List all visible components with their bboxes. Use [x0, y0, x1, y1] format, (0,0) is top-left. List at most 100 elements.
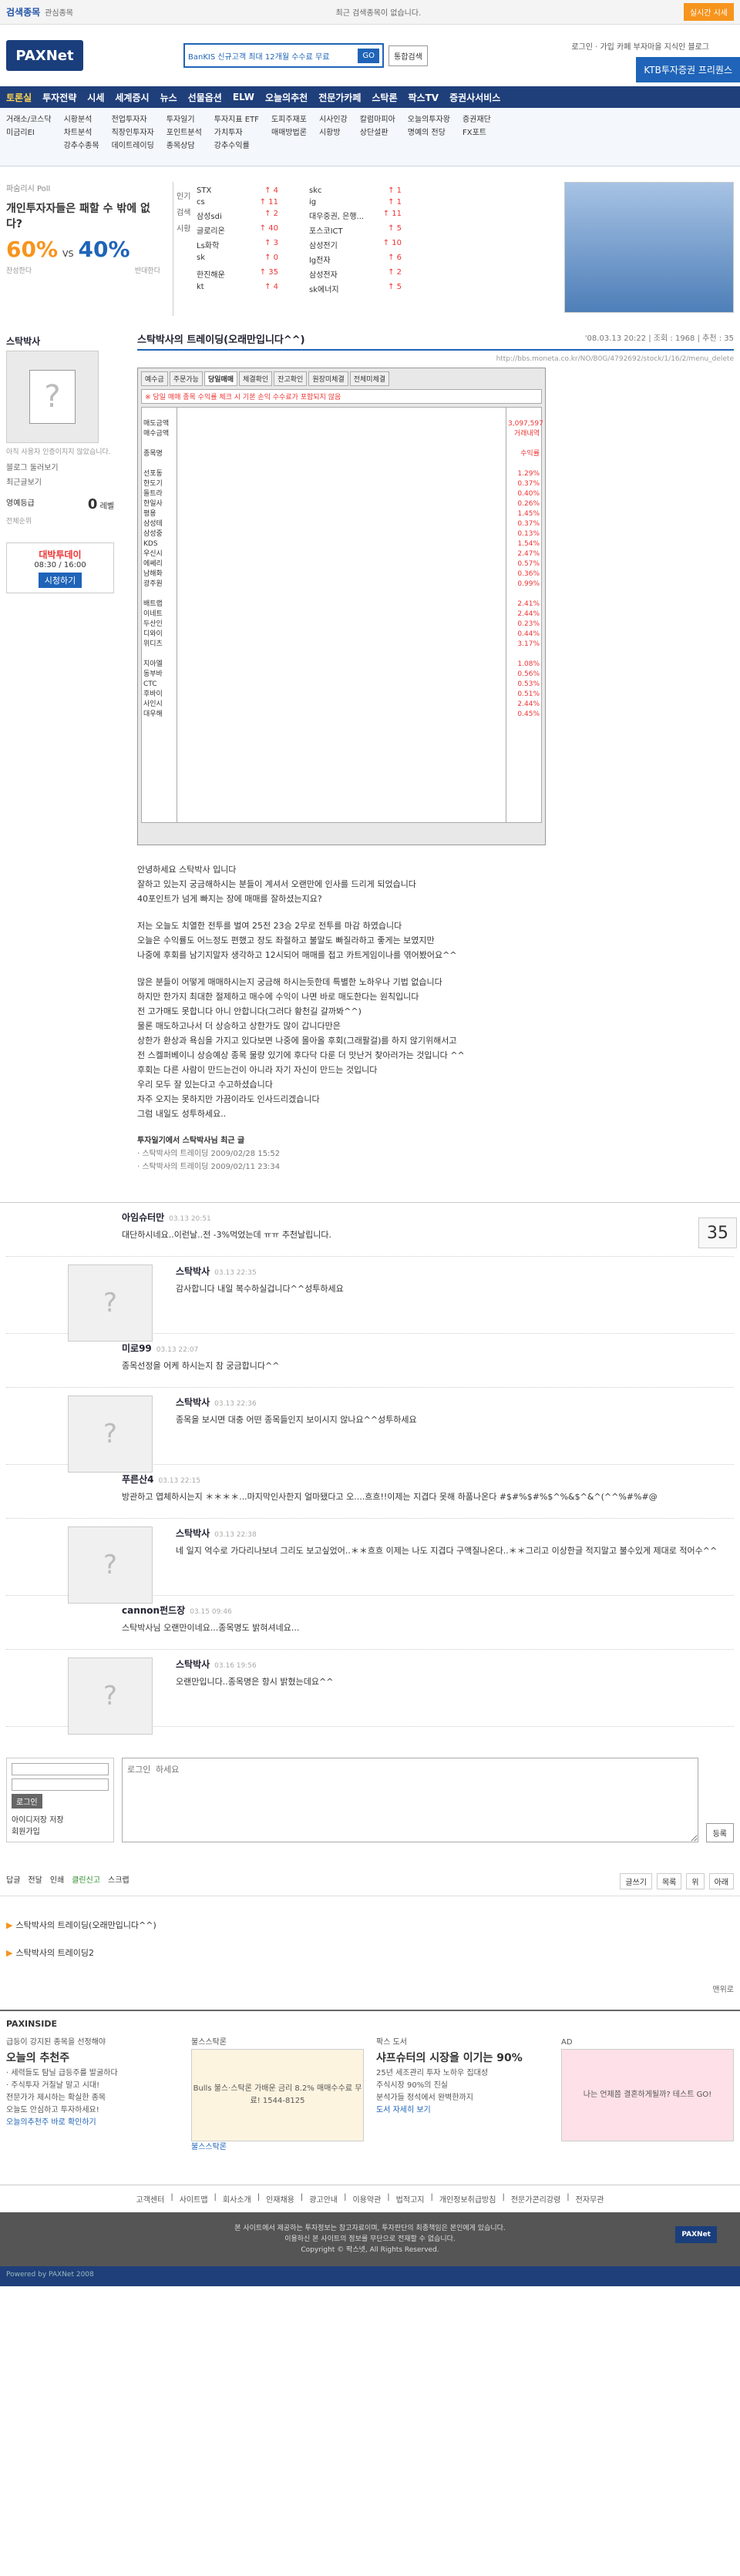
- subnav-item[interactable]: 시사인강: [319, 113, 348, 124]
- rank-tab[interactable]: 시황: [177, 222, 193, 233]
- rank-stock[interactable]: kt: [197, 283, 251, 294]
- rank-stock[interactable]: Ls화학: [197, 239, 251, 250]
- profile-name[interactable]: 스탁박사: [6, 334, 114, 348]
- poll-a-caption[interactable]: 찬성한다: [6, 265, 32, 275]
- comment-submit-button[interactable]: 등록: [705, 1823, 734, 1842]
- login-button[interactable]: 로그인: [12, 1794, 42, 1809]
- go-top-link[interactable]: 맨위로: [712, 1983, 734, 1994]
- post-url[interactable]: http://bbs.moneta.co.kr/NO/B0G/4792692/s…: [137, 355, 734, 363]
- footer-link[interactable]: 인재채용: [266, 2193, 294, 2205]
- nav-item[interactable]: 시세: [87, 91, 104, 104]
- interest-stock-link[interactable]: 관심종목: [45, 6, 73, 18]
- col3-link[interactable]: 도서 자세히 보기: [376, 2104, 549, 2117]
- subnav-item[interactable]: 데이트레이딩: [112, 139, 154, 150]
- footer-link[interactable]: 회사소개: [223, 2193, 251, 2205]
- realtime-quote-button[interactable]: 실시간 시세: [683, 3, 734, 21]
- post-action[interactable]: 인쇄: [50, 1873, 64, 1889]
- subnav-item[interactable]: 미금리EI: [6, 126, 52, 137]
- rank-stock[interactable]: skc: [309, 186, 378, 195]
- tv-watch-button[interactable]: 시청하기: [38, 573, 82, 588]
- prevnext-item[interactable]: ▶ 스탁박사의 트레이딩2: [6, 1940, 734, 1967]
- rank-stock[interactable]: cs: [197, 198, 251, 207]
- subnav-item[interactable]: 강추수익률: [214, 139, 259, 150]
- blog-link[interactable]: 블로그 둘러보기: [6, 461, 114, 472]
- comment-author[interactable]: 스탁박사 03.13 22:38: [176, 1526, 734, 1540]
- loan-ad[interactable]: Bulls 불스·스탁론 가배운 금리 8.2% 매매수수료 무료! 1544-…: [191, 2049, 364, 2141]
- nav-item[interactable]: 오늘의추천: [265, 91, 308, 104]
- header-links[interactable]: 로그인 · 가입 카페 부자마을 지식인 블로그: [571, 40, 709, 52]
- subnav-item[interactable]: 시황방: [319, 126, 348, 137]
- subnav-item[interactable]: 직장인투자자: [112, 126, 154, 137]
- footer-link[interactable]: 전문가콘리강령: [511, 2193, 560, 2205]
- comment-author[interactable]: 스탁박사 03.13 22:35: [176, 1264, 734, 1278]
- save-checkbox[interactable]: 저장: [49, 1816, 63, 1825]
- rank-stock[interactable]: 포스코ICT: [309, 224, 378, 236]
- rank-stock[interactable]: 삼성sdi: [197, 210, 251, 221]
- subnav-item[interactable]: 가치투자: [214, 126, 259, 137]
- post-action[interactable]: 위: [686, 1873, 705, 1889]
- prevnext-item[interactable]: ▶ 스탁박사의 트레이딩(오래만입니다^^): [6, 1912, 734, 1940]
- subnav-item[interactable]: 종목상담: [166, 139, 202, 150]
- footer-link[interactable]: 사이트맵: [180, 2193, 208, 2205]
- col1-title[interactable]: 오늘의 추천주: [6, 2052, 179, 2064]
- col2-link[interactable]: 불스스탁론: [191, 2141, 364, 2154]
- footer-link[interactable]: 고객센터: [136, 2193, 165, 2205]
- comment-author[interactable]: 아임슈터만 03.13 20:51: [122, 1211, 734, 1224]
- subnav-item[interactable]: 거래소/코스닥: [6, 113, 52, 124]
- id-field[interactable]: [12, 1763, 109, 1775]
- rank-stock[interactable]: lg전자: [309, 254, 378, 265]
- col1-link[interactable]: 오늘의추천주 바로 확인하기: [6, 2117, 179, 2129]
- subnav-item[interactable]: 시황분석: [64, 113, 99, 124]
- nav-item[interactable]: 세계증시: [115, 91, 149, 104]
- post-action[interactable]: 글쓰기: [620, 1873, 652, 1889]
- subnav-item[interactable]: 투자일기: [166, 113, 202, 124]
- poll-b-caption[interactable]: 반대한다: [135, 265, 160, 275]
- comment-author[interactable]: 스탁박사 03.13 22:36: [176, 1395, 734, 1409]
- rank-stock[interactable]: sk: [197, 254, 251, 265]
- rank-stock[interactable]: STX: [197, 186, 251, 195]
- subnav-item[interactable]: 강추수종목: [64, 139, 99, 150]
- related-head[interactable]: 투자일기에서 스탁박사님 최근 글: [137, 1134, 734, 1145]
- nav-item[interactable]: 뉴스: [160, 91, 177, 104]
- poll-question[interactable]: 개인투자자들은 패할 수 밖에 없다?: [6, 201, 160, 232]
- col3-title[interactable]: 샤프슈터의 시장을 이기는 90%: [376, 2052, 549, 2064]
- subnav-item[interactable]: 증권재단: [462, 113, 491, 124]
- total-search-button[interactable]: 통합검색: [388, 45, 428, 66]
- recent-posts-link[interactable]: 최근글보기: [6, 475, 114, 487]
- rank-stock[interactable]: sk에너지: [309, 283, 378, 294]
- rank-stock[interactable]: 삼성전자: [309, 268, 378, 280]
- post-action[interactable]: 답글: [6, 1873, 20, 1889]
- footer-logo[interactable]: PAXNet: [675, 2226, 717, 2243]
- nav-item[interactable]: 팍스TV: [409, 91, 439, 104]
- footer-link[interactable]: 광고안내: [309, 2193, 338, 2205]
- subnav-item[interactable]: 오늘의투자왕: [408, 113, 450, 124]
- recent-search-title[interactable]: 검색종목: [6, 5, 40, 18]
- footer-link[interactable]: 이용약관: [352, 2193, 381, 2205]
- rank-stock[interactable]: 대우중권, 은행...: [309, 210, 378, 221]
- comment-author[interactable]: 푸른산4 03.13 22:15: [122, 1473, 734, 1486]
- subnav-item[interactable]: 매매방법론: [271, 126, 307, 137]
- join-link[interactable]: 회원가입: [12, 1825, 109, 1836]
- paxnet-logo[interactable]: PAXNet: [6, 40, 83, 71]
- footer-link[interactable]: 법적고지: [396, 2193, 425, 2205]
- rank-tab[interactable]: 인기: [177, 190, 193, 201]
- password-field[interactable]: [12, 1778, 109, 1791]
- subnav-item[interactable]: FX포트: [462, 126, 491, 137]
- rank-tab[interactable]: 검색: [177, 206, 193, 217]
- rank-stock[interactable]: 글로리온: [197, 224, 251, 236]
- ktb-banner[interactable]: KTB투자증권 프리퀀스: [636, 57, 740, 82]
- post-action[interactable]: 전달: [28, 1873, 42, 1889]
- footer-link[interactable]: 전자무관: [576, 2193, 604, 2205]
- subnav-item[interactable]: 도피주재포: [271, 113, 307, 124]
- subnav-item[interactable]: 명예의 전당: [408, 126, 450, 137]
- subnav-item[interactable]: 상단설판: [360, 126, 395, 137]
- rank-stock[interactable]: 삼성전기: [309, 239, 378, 250]
- nav-item[interactable]: 전문가카페: [318, 91, 361, 104]
- nav-item[interactable]: 선물옵션: [188, 91, 222, 104]
- subnav-item[interactable]: 전업투자자: [112, 113, 154, 124]
- footer-link[interactable]: 개인정보취급방침: [439, 2193, 496, 2205]
- search-banner[interactable]: BanKIS 신규고객 최대 12개월 수수료 무료: [188, 50, 358, 62]
- post-action[interactable]: 목록: [656, 1873, 682, 1889]
- related-title[interactable]: · 스탁박사의 트레이딩: [137, 1163, 211, 1171]
- comment-author[interactable]: cannon펀드장 03.15 09:46: [122, 1604, 734, 1617]
